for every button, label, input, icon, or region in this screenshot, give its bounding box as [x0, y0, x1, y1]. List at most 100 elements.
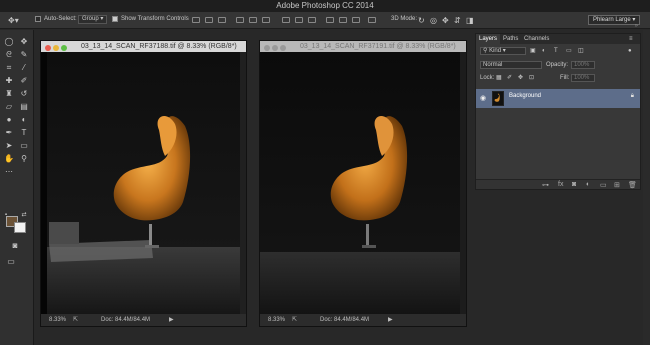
align-top-icon[interactable] [192, 17, 200, 23]
rectangle-tool-icon[interactable]: ▭ [17, 140, 31, 151]
tools-panel: ◯ ✥ ᘓ ✎ ⌗ ⁄ ✚ ✐ ♜ ↺ ▱ ▤ ● ◐ ✒ T ➤ ▭ ✋ ⚲ … [0, 30, 34, 345]
3d-slide-icon[interactable]: ⇵ [454, 16, 461, 25]
layer-filter-dropdown[interactable]: ⚲ Kind ▾ [480, 47, 526, 55]
brush-tool-icon[interactable]: ✐ [17, 75, 31, 86]
document-canvas-2[interactable] [260, 52, 466, 314]
auto-select-dropdown[interactable]: Group ▾ [78, 15, 108, 24]
distribute-top-icon[interactable] [282, 17, 290, 23]
document-window-1[interactable]: 03_13_14_SCAN_RF37188.tif @ 8.33% (RGB/8… [40, 40, 247, 327]
clone-stamp-tool-icon[interactable]: ♜ [2, 88, 16, 99]
move-tool-icon[interactable]: ✥ [17, 36, 31, 47]
lock-position-icon[interactable]: ✥ [518, 73, 523, 84]
lock-brush-icon[interactable]: ✐ [507, 73, 512, 84]
close-window-icon[interactable] [264, 45, 270, 51]
tab-paths[interactable]: Paths [500, 34, 521, 44]
distribute-right-icon[interactable] [352, 17, 360, 23]
zoom-level-2[interactable]: 8.33% [268, 314, 285, 326]
document-tab-1[interactable]: 03_13_14_SCAN_RF37188.tif @ 8.33% (RGB/8… [41, 41, 246, 52]
distribute-left-icon[interactable] [326, 17, 334, 23]
distribute-bottom-icon[interactable] [308, 17, 316, 23]
marquee-tool-icon[interactable]: ◯ [2, 36, 16, 47]
auto-select-value: Group [82, 16, 99, 22]
blend-mode-dropdown[interactable]: Normal [480, 61, 542, 69]
panel-collapse-icon[interactable]: » [635, 23, 638, 29]
quick-mask-icon[interactable]: ◙ [8, 240, 22, 251]
filter-adjustment-icon[interactable]: ◐ [542, 46, 546, 57]
more-tools-icon[interactable]: ⋯ [2, 166, 16, 177]
new-layer-icon[interactable]: ⊞ [614, 181, 620, 189]
auto-select-checkbox[interactable] [35, 16, 43, 23]
pen-tool-icon[interactable]: ✒ [2, 127, 16, 138]
tab-channels[interactable]: Channels [521, 34, 552, 44]
3d-roll-icon[interactable]: ◎ [430, 16, 437, 25]
zoom-level-1[interactable]: 8.33% [49, 314, 66, 326]
filter-toggle-icon[interactable]: ● [628, 46, 632, 57]
eyedropper-tool-icon[interactable]: ⁄ [17, 62, 31, 73]
share-icon-2[interactable]: ⇱ [292, 314, 297, 326]
crop-tool-icon[interactable]: ⌗ [2, 62, 16, 73]
auto-align-icon[interactable] [368, 17, 376, 23]
status-arrow-icon-2[interactable]: ▶ [388, 314, 393, 326]
3d-scale-icon[interactable]: ◨ [466, 16, 474, 25]
maximize-window-icon[interactable] [280, 45, 286, 51]
opacity-field[interactable]: 100% [571, 61, 595, 69]
distribute-hcenter-icon[interactable] [339, 17, 347, 23]
close-window-icon[interactable] [45, 45, 51, 51]
share-icon-1[interactable]: ⇱ [73, 314, 78, 326]
maximize-window-icon[interactable] [61, 45, 67, 51]
layer-row-background[interactable]: ◉ Background 🔒︎ [476, 89, 640, 108]
screen-mode-icon[interactable]: ▭ [4, 256, 18, 267]
move-tool-icon[interactable]: ✥▾ [8, 16, 19, 25]
type-tool-icon[interactable]: T [17, 127, 31, 138]
minimize-window-icon[interactable] [53, 45, 59, 51]
zoom-tool-icon[interactable]: ⚲ [17, 153, 31, 164]
align-right-icon[interactable] [262, 17, 270, 23]
tab-layers[interactable]: Layers [476, 34, 501, 44]
align-bottom-icon[interactable] [218, 17, 226, 23]
filter-shape-icon[interactable]: ▭ [566, 46, 572, 57]
filter-smart-object-icon[interactable]: ◫ [578, 46, 584, 57]
layer-style-icon[interactable]: fx [558, 181, 563, 188]
link-layers-icon[interactable]: ⊶ [542, 181, 549, 189]
history-brush-tool-icon[interactable]: ↺ [17, 88, 31, 99]
fill-field[interactable]: 100% [571, 74, 595, 82]
status-arrow-icon-1[interactable]: ▶ [169, 314, 174, 326]
path-select-tool-icon[interactable]: ➤ [2, 140, 16, 151]
eraser-tool-icon[interactable]: ▱ [2, 101, 16, 112]
add-mask-icon[interactable]: ◙ [572, 181, 576, 188]
lock-all-icon[interactable]: ⊡ [529, 73, 534, 84]
adjustment-layer-icon[interactable]: ◐ [586, 181, 590, 188]
layer-filter-value: Kind [489, 48, 502, 54]
dodge-tool-icon[interactable]: ◐ [17, 114, 31, 125]
swap-colors-icon[interactable]: ⇄ [20, 210, 28, 221]
document-window-2[interactable]: 03_13_14_SCAN_RF37191.tif @ 8.33% (RGB/8… [259, 40, 467, 327]
panel-menu-icon[interactable]: ≡ [626, 34, 636, 44]
filter-type-icon[interactable]: T [554, 46, 558, 57]
show-transform-checkbox[interactable] [112, 16, 120, 23]
document-tab-2[interactable]: 03_13_14_SCAN_RF37191.tif @ 8.33% (RGB/8… [260, 41, 466, 52]
blur-tool-icon[interactable]: ● [2, 114, 16, 125]
quick-select-tool-icon[interactable]: ✎ [17, 49, 31, 60]
healing-brush-tool-icon[interactable]: ✚ [2, 75, 16, 86]
lasso-tool-icon[interactable]: ᘓ [2, 49, 16, 60]
trash-icon[interactable]: 🗑︎ [628, 181, 637, 189]
distribute-vcenter-icon[interactable] [295, 17, 303, 23]
minimize-window-icon[interactable] [272, 45, 278, 51]
layer-name[interactable]: Background [509, 93, 541, 99]
visibility-eye-icon[interactable]: ◉ [480, 94, 486, 102]
3d-pan-icon[interactable]: ✥ [442, 16, 449, 25]
filter-pixel-icon[interactable]: ▣ [530, 46, 536, 57]
align-hcenter-icon[interactable] [249, 17, 257, 23]
document-canvas-1[interactable] [41, 52, 246, 314]
background-color-swatch[interactable] [14, 222, 26, 233]
lock-pixels-icon[interactable]: ▦ [496, 73, 502, 84]
blend-mode-value: Normal [483, 62, 503, 68]
workspace-dropdown[interactable]: Phlearn Large ▾ [588, 15, 641, 25]
new-group-icon[interactable]: ▭ [600, 181, 607, 189]
default-colors-icon[interactable]: ▪ [2, 210, 10, 221]
gradient-tool-icon[interactable]: ▤ [17, 101, 31, 112]
hand-tool-icon[interactable]: ✋ [2, 153, 16, 164]
align-left-icon[interactable] [236, 17, 244, 23]
align-vcenter-icon[interactable] [205, 17, 213, 23]
3d-rotate-icon[interactable]: ↻ [418, 16, 425, 25]
